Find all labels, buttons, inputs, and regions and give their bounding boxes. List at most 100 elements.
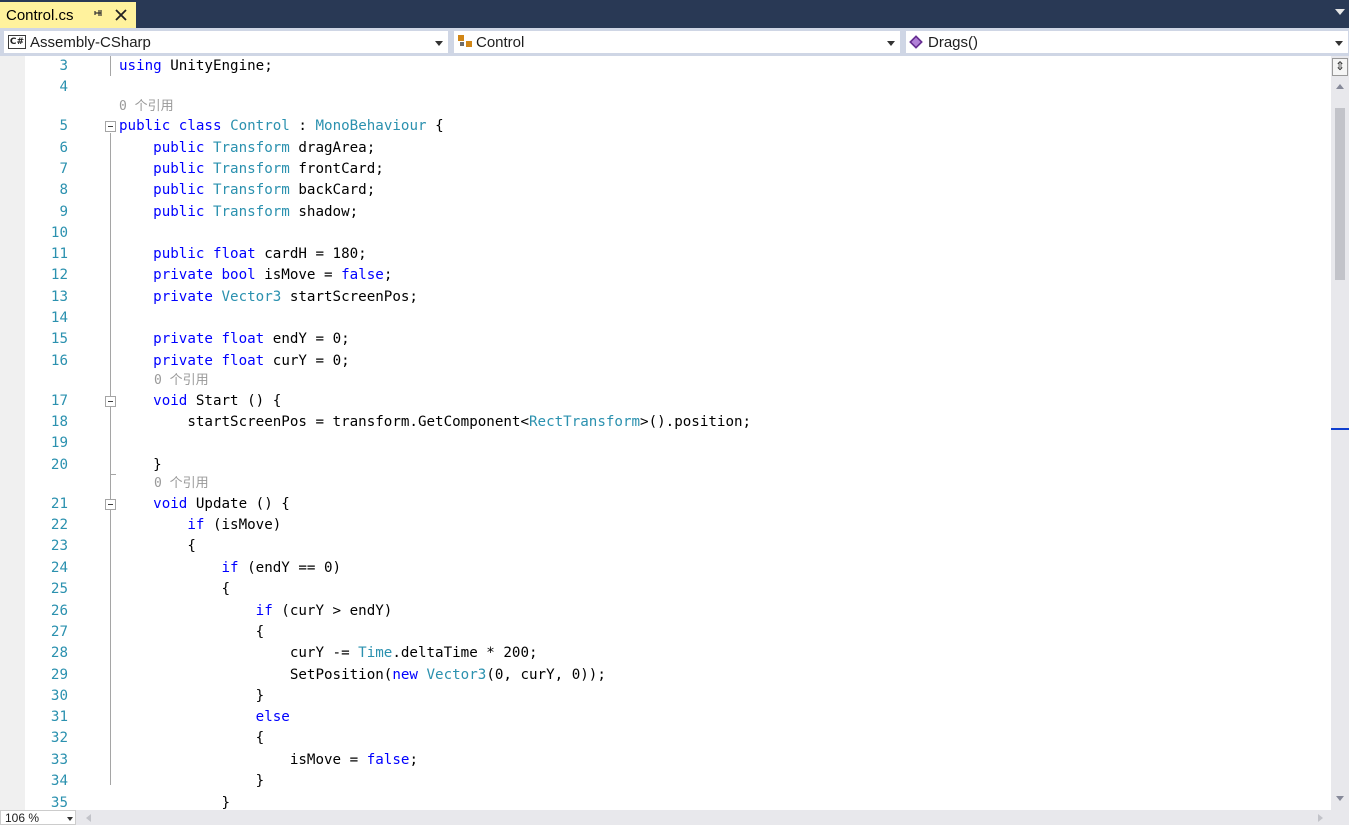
code-line[interactable]: 15 private float endY = 0; (0, 329, 1331, 350)
code-line[interactable]: 12 private bool isMove = false; (0, 265, 1331, 286)
method-icon (909, 35, 923, 49)
scroll-left-icon[interactable] (86, 814, 91, 822)
code-line[interactable]: 13 private Vector3 startScreenPos; (0, 287, 1331, 308)
line-number: 35 (50, 795, 68, 810)
line-number: 29 (50, 667, 68, 683)
tab-control-cs[interactable]: Control.cs (0, 2, 136, 28)
code-text[interactable]: public Transform backCard; (119, 180, 375, 201)
code-text[interactable]: void Update () { (119, 494, 290, 515)
line-number: 19 (50, 435, 68, 451)
code-line[interactable]: 25 { (0, 579, 1331, 600)
code-text[interactable]: private bool isMove = false; (119, 265, 392, 286)
line-number: 11 (50, 246, 68, 262)
code-text[interactable]: { (119, 579, 230, 600)
code-text[interactable]: { (119, 622, 265, 643)
code-text[interactable]: } (119, 771, 265, 792)
code-text[interactable]: isMove = false; (119, 750, 418, 771)
line-number: 27 (50, 624, 68, 640)
code-text[interactable]: private float curY = 0; (119, 351, 349, 372)
code-text[interactable]: } (119, 686, 265, 707)
line-number: 34 (50, 773, 68, 789)
line-number: 23 (50, 538, 68, 554)
code-line[interactable]: 29 SetPosition(new Vector3(0, curY, 0)); (0, 665, 1331, 686)
member-dropdown[interactable]: Drags() (905, 30, 1349, 54)
code-text[interactable]: private Vector3 startScreenPos; (119, 287, 418, 308)
code-text[interactable]: if (endY == 0) (119, 558, 342, 579)
code-text[interactable]: curY -= Time.deltaTime * 200; (119, 643, 538, 664)
code-line[interactable]: 6 public Transform dragArea; (0, 138, 1331, 159)
code-line[interactable]: 16 private float curY = 0; (0, 351, 1331, 372)
code-line[interactable]: 17 void Start () { (0, 391, 1331, 412)
code-text[interactable]: private float endY = 0; (119, 329, 349, 350)
collapse-update-icon[interactable] (105, 499, 116, 510)
code-text[interactable]: SetPosition(new Vector3(0, curY, 0)); (119, 665, 606, 686)
code-line[interactable]: 8 public Transform backCard; (0, 180, 1331, 201)
zoom-dropdown[interactable]: 106 % (0, 810, 76, 825)
code-text[interactable]: { (119, 536, 196, 557)
code-line[interactable]: 33 isMove = false; (0, 750, 1331, 771)
collapse-start-icon[interactable] (105, 396, 116, 407)
code-text[interactable]: } (119, 455, 162, 476)
code-line[interactable]: 22 if (isMove) (0, 515, 1331, 536)
code-line[interactable]: 4 (0, 77, 1331, 98)
chevron-down-icon (67, 817, 73, 821)
code-line[interactable]: 9 public Transform shadow; (0, 202, 1331, 223)
code-text[interactable]: if (curY > endY) (119, 601, 393, 622)
code-line[interactable]: 23 { (0, 536, 1331, 557)
code-text[interactable]: else (119, 707, 290, 728)
code-line[interactable]: 7 public Transform frontCard; (0, 159, 1331, 180)
code-text[interactable]: public Transform shadow; (119, 202, 358, 223)
code-line[interactable]: 30 } (0, 686, 1331, 707)
scroll-down-icon[interactable] (1336, 796, 1344, 801)
code-line[interactable]: 19 (0, 433, 1331, 454)
csharp-project-icon: C# (8, 35, 26, 49)
code-text[interactable]: startScreenPos = transform.GetComponent<… (119, 412, 751, 433)
code-text[interactable]: { (119, 728, 265, 749)
pin-icon[interactable] (92, 7, 104, 22)
code-line[interactable]: 21 void Update () { (0, 494, 1331, 515)
scrollbar-thumb[interactable] (1335, 108, 1345, 280)
code-editor[interactable]: 3 using UnityEngine; 4 5 public class Contro… (0, 56, 1331, 810)
scroll-up-icon[interactable] (1336, 84, 1344, 89)
reference-count-hint[interactable]: 0 个引用 (154, 372, 209, 390)
code-text[interactable]: void Start () { (119, 391, 281, 412)
code-line[interactable]: 24 if (endY == 0) (0, 558, 1331, 579)
code-line[interactable]: 34 } (0, 771, 1331, 792)
close-icon[interactable] (114, 4, 128, 27)
code-line[interactable]: 26 if (curY > endY) (0, 601, 1331, 622)
line-number: 18 (50, 414, 68, 430)
class-dropdown[interactable]: Control (453, 30, 901, 54)
code-line[interactable]: 5 public class Control : MonoBehaviour { (0, 116, 1331, 137)
scroll-right-icon[interactable] (1318, 814, 1323, 822)
code-line[interactable]: 28 curY -= Time.deltaTime * 200; (0, 643, 1331, 664)
code-line[interactable]: 20 } (0, 455, 1331, 476)
code-line[interactable]: 27 { (0, 622, 1331, 643)
vertical-scrollbar[interactable]: ⇕ (1331, 56, 1349, 810)
project-dropdown[interactable]: C# Assembly-CSharp (3, 30, 449, 54)
code-line[interactable]: 35 } (0, 793, 1331, 810)
code-line[interactable]: 14 (0, 308, 1331, 329)
code-text[interactable]: public class Control : MonoBehaviour { (119, 116, 444, 137)
collapse-class-icon[interactable] (105, 121, 116, 132)
reference-count-hint[interactable]: 0 个引用 (154, 475, 209, 493)
line-number: 13 (50, 289, 68, 305)
code-text[interactable]: public Transform dragArea; (119, 138, 375, 159)
code-line[interactable]: 31 else (0, 707, 1331, 728)
tab-overflow-dropdown-icon[interactable] (1335, 9, 1345, 15)
zoom-label: 106 % (5, 811, 40, 825)
code-text[interactable]: public Transform frontCard; (119, 159, 384, 180)
code-text[interactable]: using UnityEngine; (119, 56, 273, 77)
line-number: 25 (50, 581, 68, 597)
code-line[interactable]: 11 public float cardH = 180; (0, 244, 1331, 265)
code-text[interactable]: public float cardH = 180; (119, 244, 367, 265)
reference-count-hint[interactable]: 0 个引用 (119, 98, 174, 116)
code-line[interactable]: 3 using UnityEngine; (0, 56, 1331, 77)
line-number: 16 (50, 353, 68, 369)
code-line[interactable]: 18 startScreenPos = transform.GetCompone… (0, 412, 1331, 433)
split-window-icon[interactable]: ⇕ (1332, 58, 1348, 76)
code-line[interactable]: 32 { (0, 728, 1331, 749)
code-line[interactable]: 10 (0, 223, 1331, 244)
code-text[interactable]: if (isMove) (119, 515, 281, 536)
code-text[interactable]: } (119, 793, 230, 810)
line-number: 20 (50, 457, 68, 473)
